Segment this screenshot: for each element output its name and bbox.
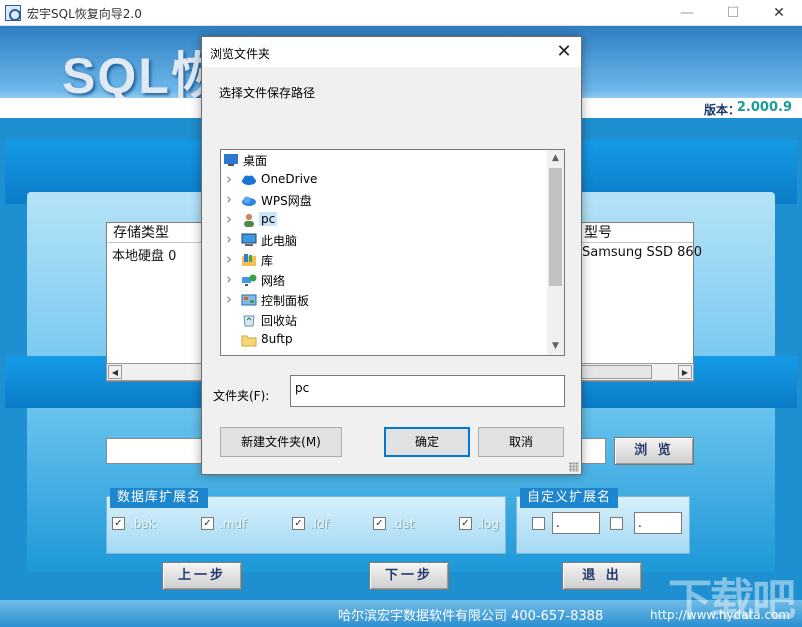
tree-item-7[interactable]: › 控制面板 xyxy=(221,290,547,310)
folder-input[interactable]: pc xyxy=(290,375,565,407)
tree-item-label: 网络 xyxy=(261,274,286,288)
chevron-right-icon[interactable]: › xyxy=(226,250,232,268)
version-label: 版本： xyxy=(703,103,740,117)
chevron-right-icon[interactable]: › xyxy=(226,210,232,228)
scroll-right-arrow-icon[interactable]: ▶ xyxy=(678,365,692,379)
browse-button[interactable]: 浏 览 xyxy=(614,437,694,465)
tree-item-3[interactable]: › pc xyxy=(221,210,547,230)
app-titlebar: 宏宇SQL恢复向导2.0 — ☐ ✕ xyxy=(0,0,802,26)
db-ext-group-title: 数据库扩展名 xyxy=(110,488,209,508)
exit-button[interactable]: 退 出 xyxy=(562,562,642,590)
chevron-right-icon[interactable]: › xyxy=(226,270,232,288)
footer-company: 哈尔滨宏宇数据软件有限公司 400-657-8388 xyxy=(338,609,604,624)
chevron-right-icon[interactable]: › xyxy=(226,170,232,188)
dialog-titlebar: 浏览文件夹 ✕ xyxy=(202,37,581,67)
user-icon xyxy=(241,213,257,227)
chk-dat-label: .dat xyxy=(391,517,415,531)
tree-item-label: 桌面 xyxy=(243,154,268,168)
chk-ldf-label: .ldf xyxy=(310,517,329,531)
tree-item-6[interactable]: › 网络 xyxy=(221,270,547,290)
chk-log[interactable]: ✓ xyxy=(459,517,472,530)
prev-step-button[interactable]: 上一步 xyxy=(162,562,242,590)
maximize-button[interactable]: ☐ xyxy=(710,2,756,24)
chk-log-label: .log xyxy=(477,517,500,531)
chk-bak-label: .bak xyxy=(130,517,156,531)
chevron-right-icon[interactable]: › xyxy=(226,190,232,208)
version-value: 2.000.9 xyxy=(736,100,792,115)
chk-dat[interactable]: ✓ xyxy=(373,517,386,530)
cloud-icon xyxy=(241,173,257,187)
minimize-button[interactable]: — xyxy=(664,2,710,24)
storage-row-type[interactable]: 本地硬盘 0 xyxy=(112,245,176,264)
network-icon xyxy=(241,273,257,287)
chk-ldf[interactable]: ✓ xyxy=(292,517,305,530)
cancel-button[interactable]: 取消 xyxy=(478,427,564,457)
chk-custom-1[interactable] xyxy=(532,517,545,530)
chk-mdf-label: .mdf xyxy=(219,517,247,531)
folder-icon xyxy=(241,333,257,347)
tree-item-4[interactable]: › 此电脑 xyxy=(221,230,547,250)
desktop-icon xyxy=(223,153,239,167)
close-button[interactable]: ✕ xyxy=(756,2,802,24)
scroll-down-arrow-icon[interactable]: ▼ xyxy=(547,338,564,355)
tree-item-label: WPS网盘 xyxy=(261,194,312,208)
app-icon xyxy=(5,5,21,21)
tree-item-label: 8uftp xyxy=(261,332,293,346)
control-panel-icon xyxy=(241,293,257,307)
tree-item-0[interactable]: 桌面 xyxy=(221,150,547,170)
tree-item-2[interactable]: › WPS网盘 xyxy=(221,190,547,210)
next-step-button[interactable]: 下一步 xyxy=(369,562,449,590)
browse-folder-dialog: 浏览文件夹 ✕ 选择文件保存路径 桌面 › OneDrive › WPS网盘 › pc › 此电… xyxy=(201,36,582,475)
cloud-drive-icon xyxy=(241,193,257,207)
library-icon xyxy=(241,253,257,267)
tree-vscrollbar[interactable]: ▲ ▼ xyxy=(547,150,564,355)
chk-bak[interactable]: ✓ xyxy=(112,517,125,530)
tree-item-label: pc xyxy=(259,212,278,226)
watermark: 下载吧 xyxy=(668,575,796,626)
tree-scroll-thumb[interactable] xyxy=(549,168,562,286)
scroll-up-arrow-icon[interactable]: ▲ xyxy=(547,150,564,167)
tree-item-label: 库 xyxy=(261,254,274,268)
chevron-right-icon[interactable]: › xyxy=(226,290,232,308)
new-folder-button[interactable]: 新建文件夹(M) xyxy=(220,427,342,457)
scroll-left-arrow-icon[interactable]: ◀ xyxy=(108,365,122,379)
tree-item-label: 回收站 xyxy=(261,314,298,328)
storage-row-model[interactable]: Samsung SSD 860 xyxy=(582,245,702,260)
column-header-model[interactable]: 型号 xyxy=(581,223,693,243)
folder-tree[interactable]: 桌面 › OneDrive › WPS网盘 › pc › 此电脑 › 库 › 网络 › 控制面板 回收站 8uf… xyxy=(220,149,565,356)
tree-item-1[interactable]: › OneDrive xyxy=(221,170,547,190)
tree-item-8[interactable]: 回收站 xyxy=(221,310,547,330)
tree-item-label: 控制面板 xyxy=(261,294,310,308)
chk-mdf[interactable]: ✓ xyxy=(201,517,214,530)
tree-item-label: 此电脑 xyxy=(261,234,298,248)
tree-item-label: OneDrive xyxy=(261,172,318,186)
recycle-bin-icon xyxy=(241,313,257,327)
custom-ext-input-1[interactable]: . xyxy=(552,512,600,534)
folder-label: 文件夹(F): xyxy=(213,389,270,403)
computer-icon xyxy=(241,233,257,247)
dialog-description: 选择文件保存路径 xyxy=(219,86,316,100)
app-title: 宏宇SQL恢复向导2.0 xyxy=(27,7,142,21)
dialog-close-icon[interactable]: ✕ xyxy=(553,41,575,63)
custom-ext-input-2[interactable]: . xyxy=(634,512,682,534)
tree-item-9[interactable]: 8uftp xyxy=(221,330,547,350)
custom-ext-group-title: 自定义扩展名 xyxy=(520,488,619,508)
chk-custom-2[interactable] xyxy=(610,517,623,530)
chevron-right-icon[interactable]: › xyxy=(226,230,232,248)
resize-grip-icon[interactable] xyxy=(569,462,579,472)
ok-button[interactable]: 确定 xyxy=(384,427,470,457)
dialog-title: 浏览文件夹 xyxy=(210,47,271,61)
tree-item-5[interactable]: › 库 xyxy=(221,250,547,270)
